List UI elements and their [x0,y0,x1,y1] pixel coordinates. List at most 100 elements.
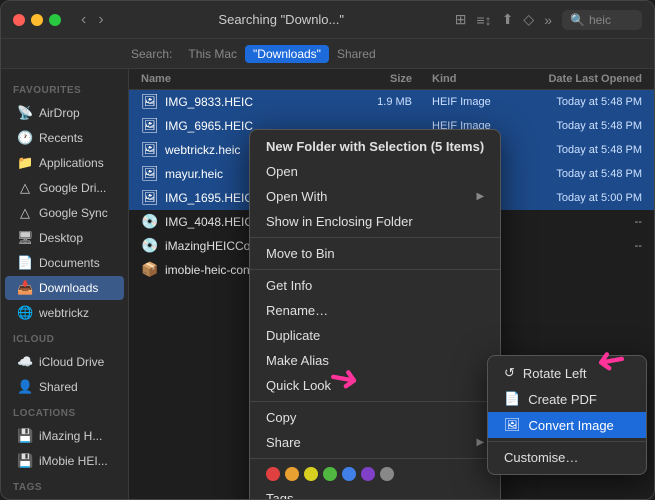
imobie-icon: 💾 [17,453,33,469]
share-menu-item[interactable]: Share ▶ [250,430,500,455]
file-date: Today at 5:48 PM [512,144,642,156]
file-date: Today at 5:48 PM [512,120,642,132]
icloud-drive-label: iCloud Drive [39,355,104,369]
duplicate[interactable]: Duplicate [250,323,500,348]
filelist-header: Name Size Kind Date Last Opened [129,69,654,90]
google-sync-icon: △ [17,205,33,221]
recents-icon: 🕐 [17,130,33,146]
color-dots-row [250,462,500,486]
back-button[interactable]: ‹ [77,9,90,31]
sidebar-item-iphone-ss[interactable]: iPhone SS [5,498,124,499]
icloud-drive-icon: ☁️ [17,354,33,370]
forward-button[interactable]: › [94,9,107,31]
favourites-label: Favourites [1,77,128,100]
documents-icon: 📄 [17,255,33,271]
create-pdf-item[interactable]: 📄 Create PDF [488,386,646,412]
tag-dot-green[interactable] [323,467,337,481]
submenu-separator [488,441,646,442]
separator-1 [250,237,500,238]
share-icon[interactable]: ⬆ [502,11,514,28]
col-name-header: Name [141,73,332,85]
tag-dot-yellow[interactable] [304,467,318,481]
icloud-label: iCloud [1,326,128,349]
share-arrow: ▶ [476,437,484,448]
copy[interactable]: Copy [250,405,500,430]
desktop-icon: 🖥 [17,230,33,246]
tags-menu-item[interactable]: Tags… [250,486,500,499]
new-folder-with-selection[interactable]: New Folder with Selection (5 Items) [250,134,500,159]
tag-dot-orange[interactable] [285,467,299,481]
convert-image-item[interactable]: 🖼 Convert Image [488,412,646,438]
fullscreen-button[interactable] [49,14,61,26]
sidebar-item-webtrickz[interactable]: 🌐 webtrickz [5,301,124,325]
minimize-button[interactable] [31,14,43,26]
tab-downloads[interactable]: "Downloads" [245,45,329,63]
main-area: Favourites 📡 AirDrop 🕐 Recents 📁 Applica… [1,69,654,499]
tag-dot-purple[interactable] [361,467,375,481]
sidebar-item-desktop[interactable]: 🖥 Desktop [5,226,124,250]
documents-label: Documents [39,256,100,270]
open-with-label: Open With [266,189,327,204]
sidebar-item-airdrop[interactable]: 📡 AirDrop [5,101,124,125]
create-pdf-icon: 📄 [504,391,520,407]
applications-icon: 📁 [17,155,33,171]
file-date: -- [512,240,642,252]
google-drive-label: Google Dri... [39,181,106,195]
file-size: 1.9 MB [332,96,412,108]
open-with-menu-item[interactable]: Open With ▶ [250,184,500,209]
get-info[interactable]: Get Info [250,273,500,298]
make-alias[interactable]: Make Alias [250,348,500,373]
convert-image-label: Convert Image [529,418,614,433]
col-kind-header: Kind [412,73,512,85]
webtrickz-icon: 🌐 [17,305,33,321]
open-menu-item[interactable]: Open [250,159,500,184]
move-to-bin[interactable]: Move to Bin [250,241,500,266]
sidebar-item-applications[interactable]: 📁 Applications [5,151,124,175]
separator-2 [250,269,500,270]
shared-label: Shared [39,380,78,394]
rotate-left-icon: ↺ [504,365,515,381]
sidebar-item-shared[interactable]: 👤 Shared [5,375,124,399]
sidebar-item-google-sync[interactable]: △ Google Sync [5,201,124,225]
search-icon: 🔍 [570,13,585,27]
more-icon[interactable]: » [544,12,552,28]
applications-label: Applications [39,156,104,170]
search-tabs: Search: This Mac "Downloads" Shared [1,39,654,69]
file-kind: HEIF Image [412,96,512,108]
quick-look[interactable]: Quick Look [250,373,500,398]
sidebar-item-recents[interactable]: 🕐 Recents [5,126,124,150]
close-button[interactable] [13,14,25,26]
file-date: Today at 5:00 PM [512,192,642,204]
imazing-icon: 💾 [17,428,33,444]
separator-4 [250,458,500,459]
tag-icon[interactable]: ◇ [523,11,534,28]
table-row[interactable]: 🖼 IMG_9833.HEIC 1.9 MB HEIF Image Today … [129,90,654,114]
sidebar-item-google-drive[interactable]: △ Google Dri... [5,176,124,200]
shared-icon: 👤 [17,379,33,395]
airdrop-icon: 📡 [17,105,33,121]
sidebar-item-imobie[interactable]: 💾 iMobie HEI... [5,449,124,473]
sidebar-item-downloads[interactable]: 📥 Downloads [5,276,124,300]
tag-dot-gray[interactable] [380,467,394,481]
tab-shared[interactable]: Shared [329,45,384,63]
tab-this-mac[interactable]: This Mac [180,45,245,63]
customise-item[interactable]: Customise… [488,445,646,470]
sort-icon[interactable]: ≡↕ [477,12,492,28]
sidebar-item-imazing[interactable]: 💾 iMazing H... [5,424,124,448]
tag-dot-red[interactable] [266,467,280,481]
search-text: heic [589,13,611,27]
window-title: Searching "Downlo..." [116,12,447,27]
toolbar-icons: ⊞ ≡↕ ⬆ ◇ » 🔍 heic [455,10,642,30]
rename[interactable]: Rename… [250,298,500,323]
locations-label: Locations [1,400,128,423]
show-enclosing-folder[interactable]: Show in Enclosing Folder [250,209,500,234]
sidebar-item-documents[interactable]: 📄 Documents [5,251,124,275]
tags-label: Tags [1,474,128,497]
rotate-left-label: Rotate Left [523,366,587,381]
sidebar-item-icloud-drive[interactable]: ☁️ iCloud Drive [5,350,124,374]
view-icon[interactable]: ⊞ [455,11,467,28]
file-date: Today at 5:48 PM [512,96,642,108]
finder-window: ‹ › Searching "Downlo..." ⊞ ≡↕ ⬆ ◇ » 🔍 h… [0,0,655,500]
search-bar[interactable]: 🔍 heic [562,10,642,30]
tag-dot-blue[interactable] [342,467,356,481]
